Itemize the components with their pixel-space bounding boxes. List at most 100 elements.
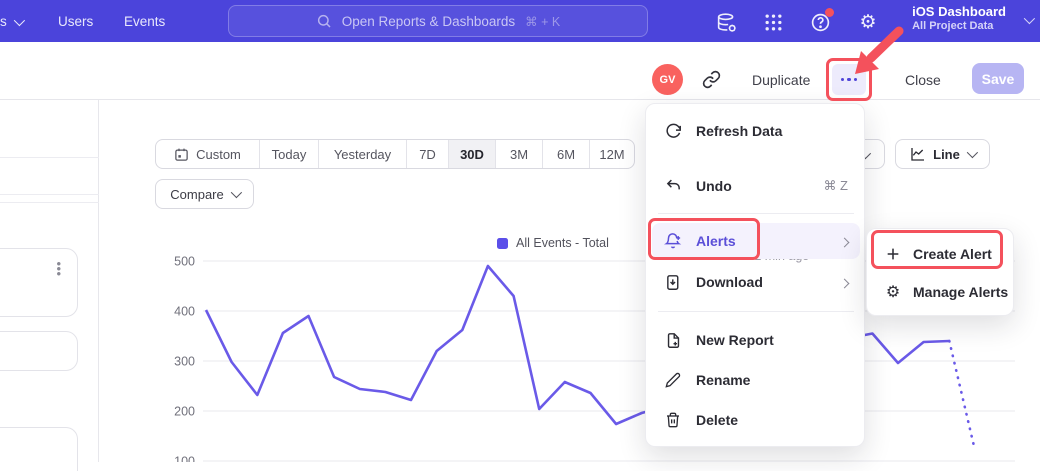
menu-item-alerts[interactable]: Alerts <box>652 223 860 259</box>
chart-type-button[interactable]: Line <box>895 139 990 169</box>
global-search-input[interactable]: Open Reports & Dashboards ⌘ + K <box>228 5 648 37</box>
sidebar-divider <box>0 157 99 158</box>
search-icon <box>316 13 332 29</box>
search-shortcut: ⌘ + K <box>525 14 560 29</box>
save-button[interactable]: Save <box>972 63 1024 94</box>
more-options-button[interactable] <box>832 64 866 95</box>
pencil-icon <box>662 372 684 388</box>
menu-item-rename[interactable]: Rename <box>652 362 860 398</box>
report-header <box>0 42 1040 100</box>
menu-divider <box>658 213 854 214</box>
project-subtitle: All Project Data <box>912 20 1006 32</box>
range-30d-selected[interactable]: 30D <box>449 140 496 168</box>
legend-swatch <box>497 238 508 249</box>
avatar[interactable]: GV <box>652 64 683 95</box>
range-custom[interactable]: Custom <box>156 140 260 168</box>
menu-item-label: Refresh Data <box>696 123 782 139</box>
range-label: Custom <box>196 147 241 162</box>
range-label: Today <box>272 147 307 162</box>
data-management-icon[interactable] <box>714 10 738 34</box>
chart-type-label: Line <box>933 147 960 162</box>
range-today[interactable]: Today <box>260 140 319 168</box>
calendar-icon <box>174 147 189 162</box>
trash-icon <box>662 412 684 428</box>
legend-label: All Events - Total <box>516 236 609 250</box>
chevron-down-icon <box>230 187 241 198</box>
menu-item-delete[interactable]: Delete <box>652 402 860 438</box>
sidebar-divider <box>0 194 99 195</box>
plus-icon <box>883 246 903 262</box>
range-label: 3M <box>510 147 528 162</box>
chevron-down-icon <box>967 147 978 158</box>
top-nav-bar: s Users Events Open Reports & Dashboards… <box>0 0 1040 42</box>
bell-plus-icon <box>662 232 684 250</box>
compare-label: Compare <box>170 187 223 202</box>
submenu-item-manage-alerts[interactable]: ⚙ Manage Alerts <box>873 275 1009 309</box>
svg-text:100: 100 <box>174 455 195 463</box>
menu-divider <box>658 311 854 312</box>
undo-icon <box>662 178 684 195</box>
menu-item-label: Alerts <box>696 233 736 249</box>
menu-item-shortcut: ⌘ Z <box>823 178 848 194</box>
submenu-item-label: Manage Alerts <box>913 284 1008 300</box>
svg-text:300: 300 <box>174 355 195 369</box>
download-icon <box>662 274 684 291</box>
range-label: 12M <box>599 147 624 162</box>
range-label: Yesterday <box>334 147 391 162</box>
new-report-icon <box>662 332 684 349</box>
range-label: 7D <box>419 147 436 162</box>
alert-card[interactable]: ••• <box>0 248 78 317</box>
submenu-chevron-icon <box>840 237 850 247</box>
date-range-selector: Custom Today Yesterday 7D 30D 3M 6M 12M <box>155 139 635 169</box>
search-placeholder: Open Reports & Dashboards <box>342 14 515 29</box>
compare-button[interactable]: Compare <box>155 179 254 209</box>
alerts-submenu: Create Alert ⚙ Manage Alerts <box>866 228 1014 316</box>
line-chart-icon <box>910 146 926 162</box>
submenu-item-label: Create Alert <box>913 246 992 262</box>
gear-icon: ⚙ <box>883 282 903 302</box>
range-12m[interactable]: 12M <box>590 140 634 168</box>
sidebar-divider <box>0 202 99 203</box>
nav-item-events[interactable]: Events <box>124 14 165 29</box>
range-yesterday[interactable]: Yesterday <box>319 140 407 168</box>
menu-item-label: Delete <box>696 412 738 428</box>
project-title: iOS Dashboard <box>912 4 1006 19</box>
refresh-icon <box>662 123 684 140</box>
range-3m[interactable]: 3M <box>496 140 543 168</box>
range-label: 6M <box>557 147 575 162</box>
project-selector[interactable]: iOS Dashboard All Project Data <box>912 4 1006 32</box>
submenu-item-create-alert[interactable]: Create Alert <box>873 237 1009 271</box>
svg-text:400: 400 <box>174 305 195 319</box>
svg-text:200: 200 <box>174 405 195 419</box>
menu-item-label: Undo <box>696 178 732 194</box>
menu-item-label: Download <box>696 274 763 290</box>
menu-item-new-report[interactable]: New Report <box>652 322 860 358</box>
menu-item-undo[interactable]: Undo ⌘ Z <box>652 168 860 204</box>
nav-item-users[interactable]: Users <box>58 14 93 29</box>
chart-legend: All Events - Total <box>497 236 609 250</box>
close-button[interactable]: Close <box>905 72 941 88</box>
menu-item-refresh-data[interactable]: Refresh Data <box>652 113 860 149</box>
submenu-chevron-icon <box>840 278 850 288</box>
settings-gear-icon[interactable]: ⚙ <box>856 10 880 34</box>
duplicate-button[interactable]: Duplicate <box>752 72 810 88</box>
alert-card[interactable] <box>0 427 78 471</box>
alert-card[interactable] <box>0 331 78 371</box>
more-options-menu: Refresh Data Data from 1 min ago Undo ⌘ … <box>645 103 865 447</box>
help-icon[interactable] <box>808 10 832 34</box>
alerts-sidebar: ••• <box>0 100 99 462</box>
menu-item-download[interactable]: Download <box>652 264 860 300</box>
chevron-down-icon <box>14 15 25 26</box>
kebab-menu-icon[interactable]: ••• <box>56 261 61 276</box>
notification-dot <box>825 8 834 17</box>
range-7d[interactable]: 7D <box>407 140 449 168</box>
project-chevron-down-icon <box>1024 13 1035 24</box>
svg-text:500: 500 <box>174 255 195 269</box>
menu-item-label: Rename <box>696 372 750 388</box>
apps-grid-icon[interactable] <box>761 10 785 34</box>
copy-link-icon[interactable] <box>702 70 721 94</box>
range-label: 30D <box>460 147 484 162</box>
menu-item-label: New Report <box>696 332 774 348</box>
nav-item-partial[interactable]: s <box>0 14 22 29</box>
range-6m[interactable]: 6M <box>543 140 590 168</box>
